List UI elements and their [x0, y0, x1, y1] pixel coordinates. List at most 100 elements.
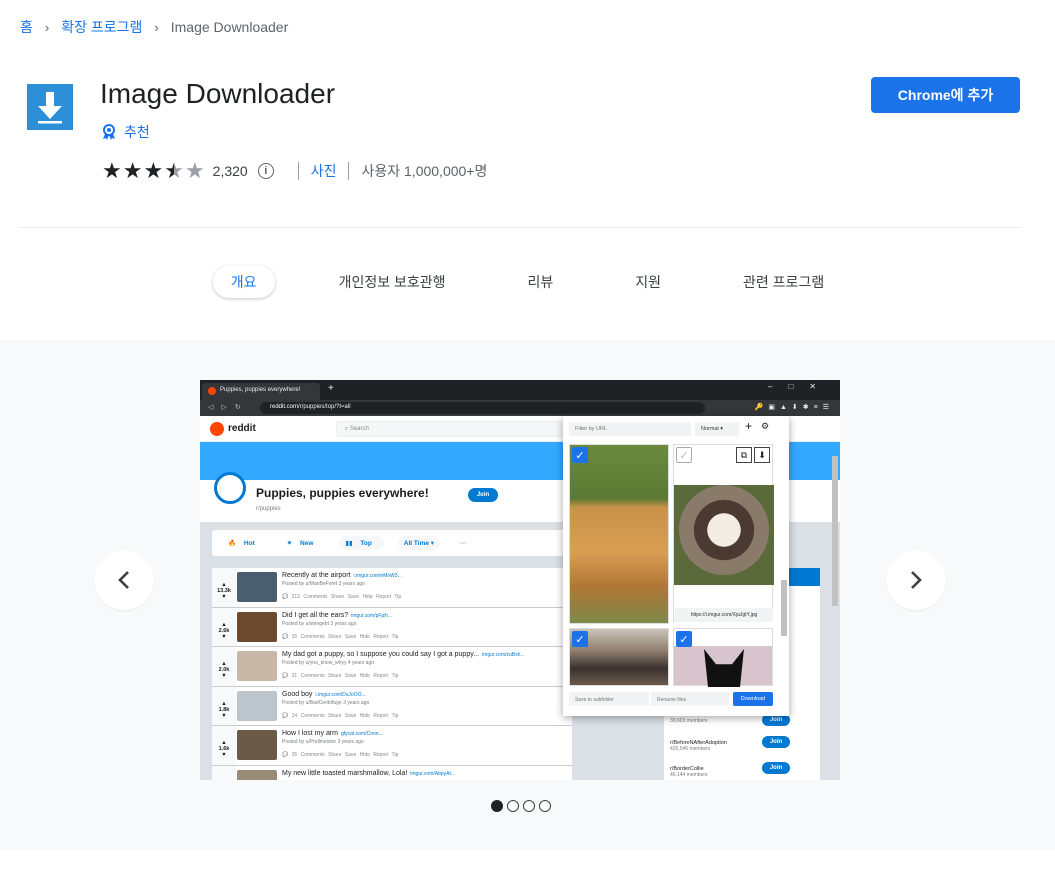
post-title: Did I get all the ears? imgur.com/pFjzh..… [282, 612, 392, 619]
previous-slide-button[interactable] [94, 550, 154, 610]
browser-nav-icons: ◁▷↻ [208, 404, 249, 411]
post-domain: imgur.com/AbpyAt... [410, 770, 456, 777]
window-controls: –□✕ [768, 382, 832, 391]
star-empty-icon: ★ [184, 158, 205, 183]
vote-count: ▲ 1.8k ▼ [212, 686, 236, 725]
open-external-icon: ⧉ [736, 447, 752, 463]
post-author: Posted by u/you_know_whyy 4 years ago [282, 660, 374, 666]
checkbox-unchecked-icon: ✓ [676, 447, 692, 463]
post-title: Good boy i.imgur.com/DsJoOO... [282, 691, 366, 698]
post-row: ▲ 1.8k ▼ Good boy i.imgur.com/DsJoOO... Poste… [212, 686, 572, 726]
post-action-labels: Share Save Hide Report Tip [328, 752, 399, 758]
post-actions: 💬 14 Comments Share Save Hide Report Tip [282, 712, 399, 719]
extension-icons: 🔑▣▲⬇✱≡☰ [754, 404, 834, 411]
vote-count: ▲ 13.3k ▼ [212, 568, 236, 607]
gear-icon: ⚙ [761, 421, 770, 431]
subreddit-path: r/puppies [256, 506, 281, 512]
comment-count: 213 Comments [291, 594, 328, 600]
post-title-text: Recently at the airport [282, 572, 351, 579]
subreddit-title: Puppies, puppies everywhere! [256, 486, 429, 500]
divider [20, 227, 1020, 228]
tab-privacy[interactable]: 개인정보 보호관행 [321, 266, 464, 298]
vote-value: 1.8k [218, 706, 230, 713]
rating-count[interactable]: 2,320 [213, 163, 248, 179]
post-actions: 💬 35 Comments Share Save Hide Report Tip [282, 752, 399, 758]
mode-label: Normal [701, 426, 719, 432]
sort-hot-label: Hot [243, 540, 255, 547]
post-thumbnail [237, 690, 277, 721]
vote-value: 13.3k [217, 588, 231, 594]
post-title: Recently at the airport i.imgur.com/eMnW3… [282, 572, 402, 579]
subfolder-input: Save to subfolder [569, 692, 649, 706]
post-row: ▲ 1.6k ▼ How I lost my arm gfycat.com/Conn..… [212, 726, 572, 766]
chevron-right-icon: › [154, 19, 159, 35]
post-actions: 💬 15 Comments Share Save Hide Report Tip [282, 633, 399, 640]
image-thumb: ✓ [569, 628, 669, 686]
browser-tabbar: Puppies, puppies everywhere! + –□✕ [200, 380, 840, 400]
url-host: reddit.com [270, 404, 299, 410]
comment-count: 31 Comments [291, 673, 325, 679]
vote-value: 1.6k [218, 746, 230, 752]
scrollbar [832, 456, 838, 606]
plus-icon: + [328, 383, 334, 394]
community-item: 30,603 members [670, 718, 708, 724]
post-domain: i.imgur.com/DsJoOO... [315, 691, 366, 698]
breadcrumb-home[interactable]: 홈 [20, 17, 33, 37]
browser-tab: Puppies, puppies everywhere! [202, 383, 320, 400]
post-author: Posted by u/ManBeForet 3 years ago [282, 581, 365, 587]
post-list: ▲ 13.3k ▼ Recently at the airport i.imgur.co… [212, 568, 572, 780]
star-half-icon: ★ [164, 158, 184, 183]
join-button: Join [762, 762, 790, 774]
image-thumb: ✓ [673, 628, 773, 687]
tab-related[interactable]: 관련 프로그램 [725, 266, 842, 298]
featured-label: 추천 [124, 124, 150, 140]
subfolder-placeholder: Save to subfolder [575, 697, 614, 703]
slide-dot[interactable] [539, 800, 551, 812]
download-arrow-icon [27, 84, 73, 130]
post-row: ▲▼ My new little toasted marshmallow, Lol… [212, 765, 572, 780]
info-icon[interactable]: i [257, 163, 274, 179]
post-domain: gfycat.com/Conn... [341, 731, 383, 737]
post-domain: imgur.com/zuBsh... [482, 652, 525, 658]
browser-toolbar: ◁▷↻ reddit.com/r/puppies/top/?t=all 🔑▣▲⬇… [200, 400, 840, 416]
subreddit-icon [214, 472, 246, 504]
mode-select: Normal ▾ [695, 422, 739, 436]
post-thumbnail [237, 730, 277, 760]
star-rating[interactable]: ★ ★ ★ ★ ★ [102, 160, 205, 182]
browser-tab-title: Puppies, puppies everywhere! [220, 387, 301, 393]
user-count: 사용자 1,000,000+명 [361, 163, 488, 179]
image-downloader-popup: Filter by URL Normal ▾ + ⚙ ✓ ✓ ⧉ ⬇ https… [563, 416, 789, 716]
sort-bar: 🔥 Hot ✷ New ▮▮ Top All Time ▾ ··· [212, 530, 572, 556]
add-to-chrome-button[interactable]: Chrome에 추가 [871, 77, 1020, 113]
slide-dot[interactable] [523, 800, 535, 812]
star-icon: ★ [122, 158, 143, 183]
plus-icon: + [745, 419, 753, 433]
divider [348, 162, 350, 180]
tab-reviews[interactable]: 리뷰 [510, 266, 572, 298]
featured-badge[interactable]: 추천 [102, 122, 150, 142]
image-thumb: ✓ [569, 444, 669, 624]
vote-value: 2.6k [218, 627, 230, 634]
sort-top: ▮▮ Top [339, 536, 384, 550]
slide-dot[interactable] [507, 800, 519, 812]
sort-more: ··· [460, 539, 467, 547]
image-thumb: ✓ ⧉ ⬇ [673, 444, 774, 622]
dog-photo [674, 485, 774, 585]
image-url-caption: https://i.imgur.com/XjaJgtY.jpg [675, 608, 773, 622]
join-button: Join [468, 488, 498, 502]
category-link[interactable]: 사진 [311, 161, 337, 181]
vote-count: ▲ 2.0k ▼ [212, 647, 236, 686]
tab-overview[interactable]: 개요 [212, 266, 275, 298]
slide-dot[interactable] [491, 800, 503, 812]
chevron-right-icon [911, 571, 922, 589]
post-title: How I lost my arm gfycat.com/Conn... [282, 730, 383, 737]
post-thumbnail [237, 769, 277, 780]
scrollbar [781, 580, 787, 636]
rating-row: ★ ★ ★ ★ ★ 2,320 i 사진 사용자 1,000,000+명 [102, 160, 487, 182]
download-icon: ⬇ [754, 447, 770, 463]
post-title-text: My new little toasted marshmallow, Lola! [282, 769, 408, 777]
tab-support[interactable]: 지원 [617, 266, 679, 298]
slide-indicators [491, 800, 551, 812]
next-slide-button[interactable] [886, 550, 946, 610]
breadcrumb-extensions[interactable]: 확장 프로그램 [61, 17, 142, 37]
